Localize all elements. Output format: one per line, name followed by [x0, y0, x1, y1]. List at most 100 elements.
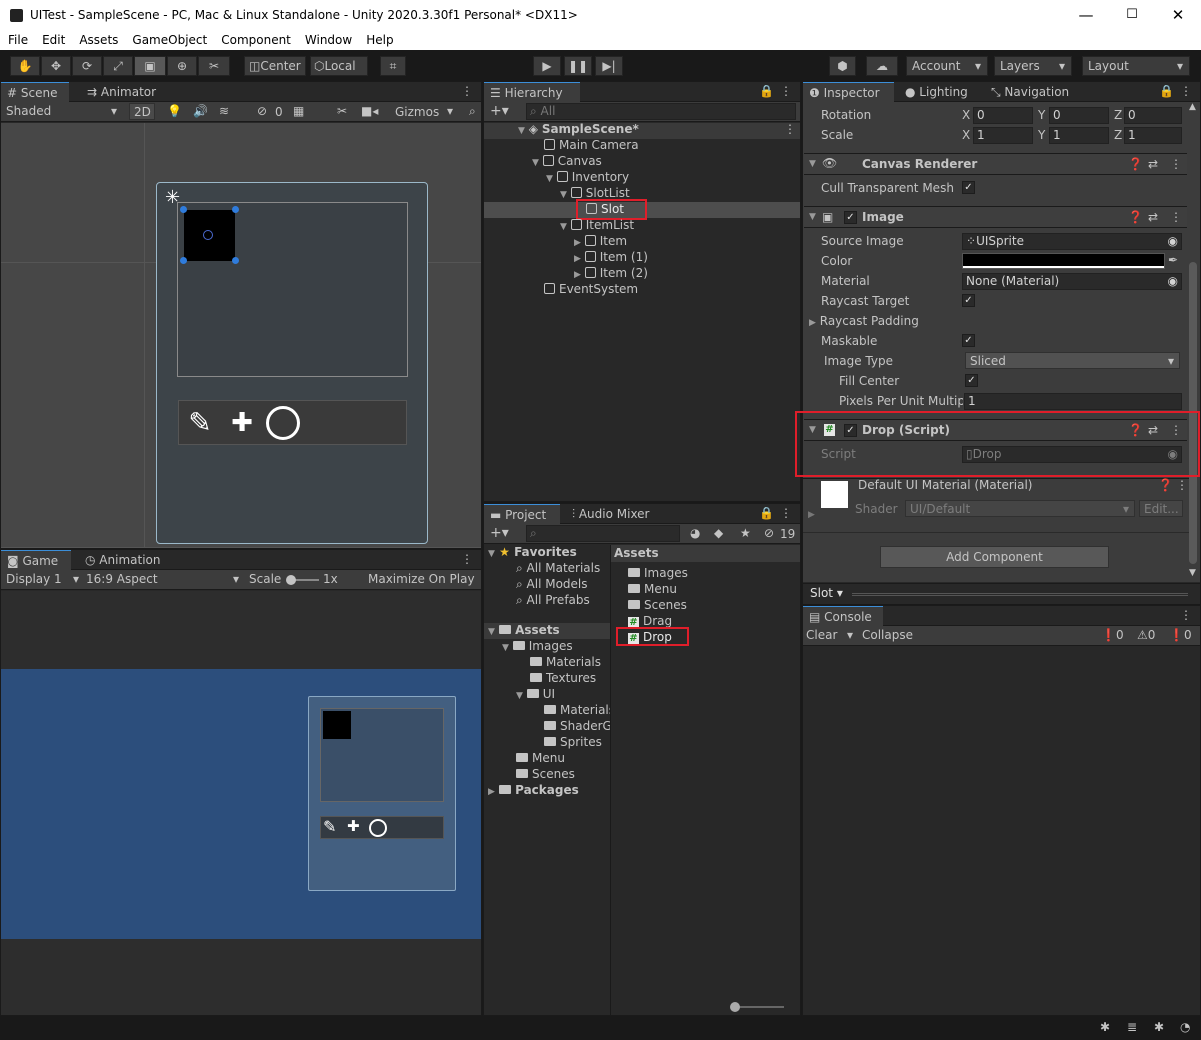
project-search-input[interactable]: ⌕: [526, 525, 680, 542]
rect-handle[interactable]: [232, 206, 239, 213]
help-icon[interactable]: ❓: [1158, 478, 1173, 492]
list-item[interactable]: ▶ Item (1): [574, 250, 648, 264]
lighting-toggle-icon[interactable]: 💡: [167, 104, 182, 118]
tab-audio-mixer[interactable]: ⫶ Audio Mixer: [566, 504, 656, 524]
maximize-on-play-toggle[interactable]: Maximize On Play: [368, 572, 475, 586]
rect-handle[interactable]: [180, 257, 187, 264]
info-count[interactable]: ❗0: [1101, 628, 1124, 642]
list-item[interactable]: Menu: [516, 751, 565, 765]
slot-selected[interactable]: [184, 210, 235, 261]
rotate-tool-icon[interactable]: ⟳: [72, 56, 102, 76]
image-header[interactable]: ▼ ▣ ✓ Image ❓ ⇄ ⋮: [804, 206, 1187, 228]
canvas-renderer-header[interactable]: ▼ 👁 Canvas Renderer ❓ ⇄ ⋮: [804, 153, 1187, 175]
menu-gameobject[interactable]: GameObject: [124, 30, 213, 47]
audio-toggle-icon[interactable]: 🔊: [193, 104, 208, 118]
pen-icon[interactable]: ✎: [181, 404, 219, 442]
icon-size-slider-thumb[interactable]: [730, 1002, 740, 1012]
maskable-checkbox[interactable]: ✓: [962, 334, 975, 347]
menu-help[interactable]: Help: [358, 30, 399, 47]
tab-animator[interactable]: ⇉ Animator: [81, 82, 162, 102]
list-item[interactable]: ⌕ All Materials: [516, 561, 600, 576]
kebab-menu-icon[interactable]: ⋮: [784, 122, 796, 136]
list-item[interactable]: ▶ Item: [574, 234, 627, 248]
pivot-center-button[interactable]: ◫Center: [244, 56, 306, 76]
pivot-local-button[interactable]: ⬡Local: [310, 56, 368, 76]
profiler-icon[interactable]: ✱: [1154, 1020, 1164, 1034]
lock-icon[interactable]: 🔒: [1159, 84, 1174, 98]
game-view[interactable]: ✎ ✚: [1, 669, 481, 939]
tab-hierarchy[interactable]: ☰ Hierarchy: [484, 82, 580, 102]
scale-z-field[interactable]: 1: [1124, 127, 1182, 144]
pause-button[interactable]: ❚❚: [564, 56, 592, 76]
list-item[interactable]: Textures: [530, 671, 596, 685]
filter-type-icon[interactable]: ◕: [690, 526, 700, 540]
scale-y-field[interactable]: 1: [1049, 127, 1109, 144]
scale-slider-thumb[interactable]: [286, 575, 296, 585]
list-item[interactable]: Scenes: [516, 767, 575, 781]
object-picker-icon[interactable]: ◉: [1168, 274, 1178, 289]
list-item[interactable]: EventSystem: [544, 282, 638, 296]
list-item[interactable]: ▼ ItemList: [560, 218, 634, 232]
transform-tool-icon[interactable]: ⊕: [167, 56, 197, 76]
tab-scene[interactable]: # Scene: [1, 82, 69, 102]
progress-icon[interactable]: ◔: [1180, 1020, 1190, 1034]
settings-icon[interactable]: ⇄: [1148, 157, 1158, 171]
scale-x-field[interactable]: 1: [973, 127, 1033, 144]
kebab-menu-icon[interactable]: ⋮: [461, 552, 473, 566]
circle-icon[interactable]: [266, 406, 300, 440]
play-button[interactable]: ▶: [533, 56, 561, 76]
settings-icon[interactable]: ⇄: [1148, 210, 1158, 224]
preview-dropdown[interactable]: Slot ▾: [810, 586, 843, 600]
anchor-icon[interactable]: ✳: [165, 187, 180, 208]
rotation-z-field[interactable]: 0: [1124, 107, 1182, 124]
scroll-up-icon[interactable]: ▲: [1189, 102, 1196, 112]
display-dropdown[interactable]: Display 1 ▾: [6, 572, 81, 586]
hidden-objects-icon[interactable]: ⊘: [257, 104, 267, 118]
menu-edit[interactable]: Edit: [34, 30, 71, 47]
star-icon[interactable]: ★: [740, 526, 751, 540]
ppu-field[interactable]: 1: [964, 393, 1182, 410]
search-icon[interactable]: ⌕: [469, 104, 476, 119]
grid-toggle-icon[interactable]: ▦: [293, 104, 304, 118]
list-item[interactable]: ▼ ◈ SampleScene*: [518, 122, 639, 136]
hidden-packages-icon[interactable]: ⊘: [764, 526, 774, 540]
close-button[interactable]: ✕: [1155, 4, 1201, 26]
layout-dropdown[interactable]: Layout ▾: [1082, 56, 1190, 76]
step-button[interactable]: ▶|: [595, 56, 623, 76]
tab-game[interactable]: ◙ Game: [1, 550, 71, 570]
shader-dropdown[interactable]: UI/Default ▾: [905, 500, 1135, 517]
kebab-menu-icon[interactable]: ⋮: [780, 84, 792, 98]
error-count[interactable]: ❗0: [1169, 628, 1192, 642]
image-type-dropdown[interactable]: Sliced ▾: [965, 352, 1180, 369]
list-item[interactable]: ▼ UI: [516, 687, 555, 701]
foldout-icon[interactable]: ▼: [809, 159, 816, 169]
cull-mesh-checkbox[interactable]: ✓: [962, 181, 975, 194]
lock-icon[interactable]: 🔒: [759, 506, 774, 520]
tools-icon[interactable]: ✂: [337, 104, 347, 118]
effects-toggle-icon[interactable]: ≋: [219, 104, 229, 118]
list-item[interactable]: Materials: [544, 703, 610, 717]
rotation-x-field[interactable]: 0: [973, 107, 1033, 124]
list-item[interactable]: Sprites: [544, 735, 602, 749]
list-item[interactable]: ShaderG: [544, 719, 610, 733]
kebab-menu-icon[interactable]: ⋮: [461, 84, 473, 98]
kebab-menu-icon[interactable]: ⋮: [1170, 210, 1182, 224]
minimize-button[interactable]: —: [1063, 4, 1109, 26]
tab-inspector[interactable]: ❶ Inspector: [803, 82, 894, 102]
source-image-field[interactable]: ⁘UISprite ◉: [962, 233, 1182, 250]
maximize-button[interactable]: ☐: [1109, 4, 1155, 26]
move-tool-icon[interactable]: ✥: [41, 56, 71, 76]
hierarchy-search-input[interactable]: ⌕ All: [526, 103, 796, 120]
list-item[interactable]: ⌕ All Models: [516, 577, 588, 592]
clear-options-icon[interactable]: ▾: [847, 628, 853, 642]
inventory-panel[interactable]: ✳ ✎ ✚: [156, 182, 428, 544]
collapse-button[interactable]: Collapse: [862, 628, 913, 642]
scene-viewport[interactable]: ✳ ✎ ✚: [1, 123, 481, 548]
cache-icon[interactable]: ≣: [1127, 1020, 1137, 1034]
assets-root[interactable]: ▼ Assets: [488, 623, 560, 637]
add-component-button[interactable]: Add Component: [880, 546, 1109, 568]
help-icon[interactable]: ❓: [1128, 210, 1143, 224]
kebab-menu-icon[interactable]: ⋮: [1170, 157, 1182, 171]
eyedropper-icon[interactable]: ✒: [1168, 253, 1178, 267]
cloud-icon[interactable]: ☁: [866, 56, 898, 76]
